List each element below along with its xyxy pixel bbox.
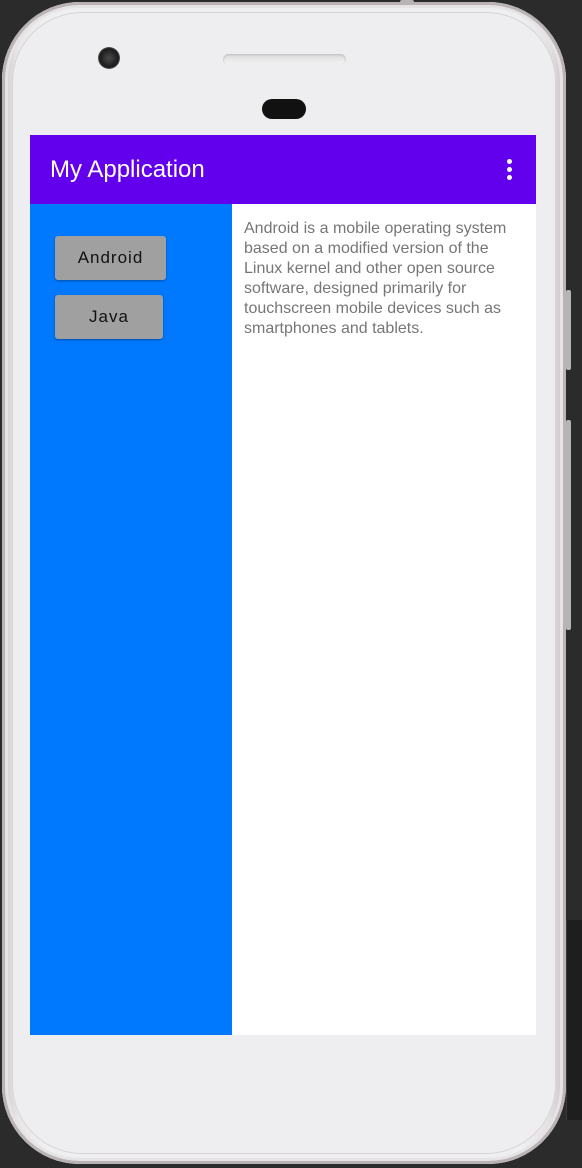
app-title: My Application bbox=[50, 156, 205, 183]
emulator-side-panel bbox=[566, 920, 582, 1120]
device-screen: My Application Android Java Android is a… bbox=[30, 135, 536, 1035]
app-bar: My Application bbox=[30, 135, 536, 204]
detail-fragment-pane: Android is a mobile operating system bas… bbox=[232, 204, 536, 1035]
java-button[interactable]: Java bbox=[55, 295, 163, 339]
proximity-sensor bbox=[262, 99, 306, 119]
overflow-dot bbox=[507, 167, 512, 172]
volume-button[interactable] bbox=[566, 420, 571, 630]
emulator-stage: My Application Android Java Android is a… bbox=[0, 0, 582, 1168]
power-button[interactable] bbox=[566, 290, 571, 370]
overflow-dot bbox=[507, 175, 512, 180]
more-vert-icon[interactable] bbox=[494, 155, 524, 185]
overflow-dot bbox=[507, 159, 512, 164]
description-text: Android is a mobile operating system bas… bbox=[244, 220, 507, 337]
list-fragment-pane: Android Java bbox=[30, 204, 232, 1035]
front-camera-icon bbox=[98, 47, 120, 69]
android-button[interactable]: Android bbox=[55, 236, 166, 280]
earpiece-speaker bbox=[223, 54, 346, 65]
